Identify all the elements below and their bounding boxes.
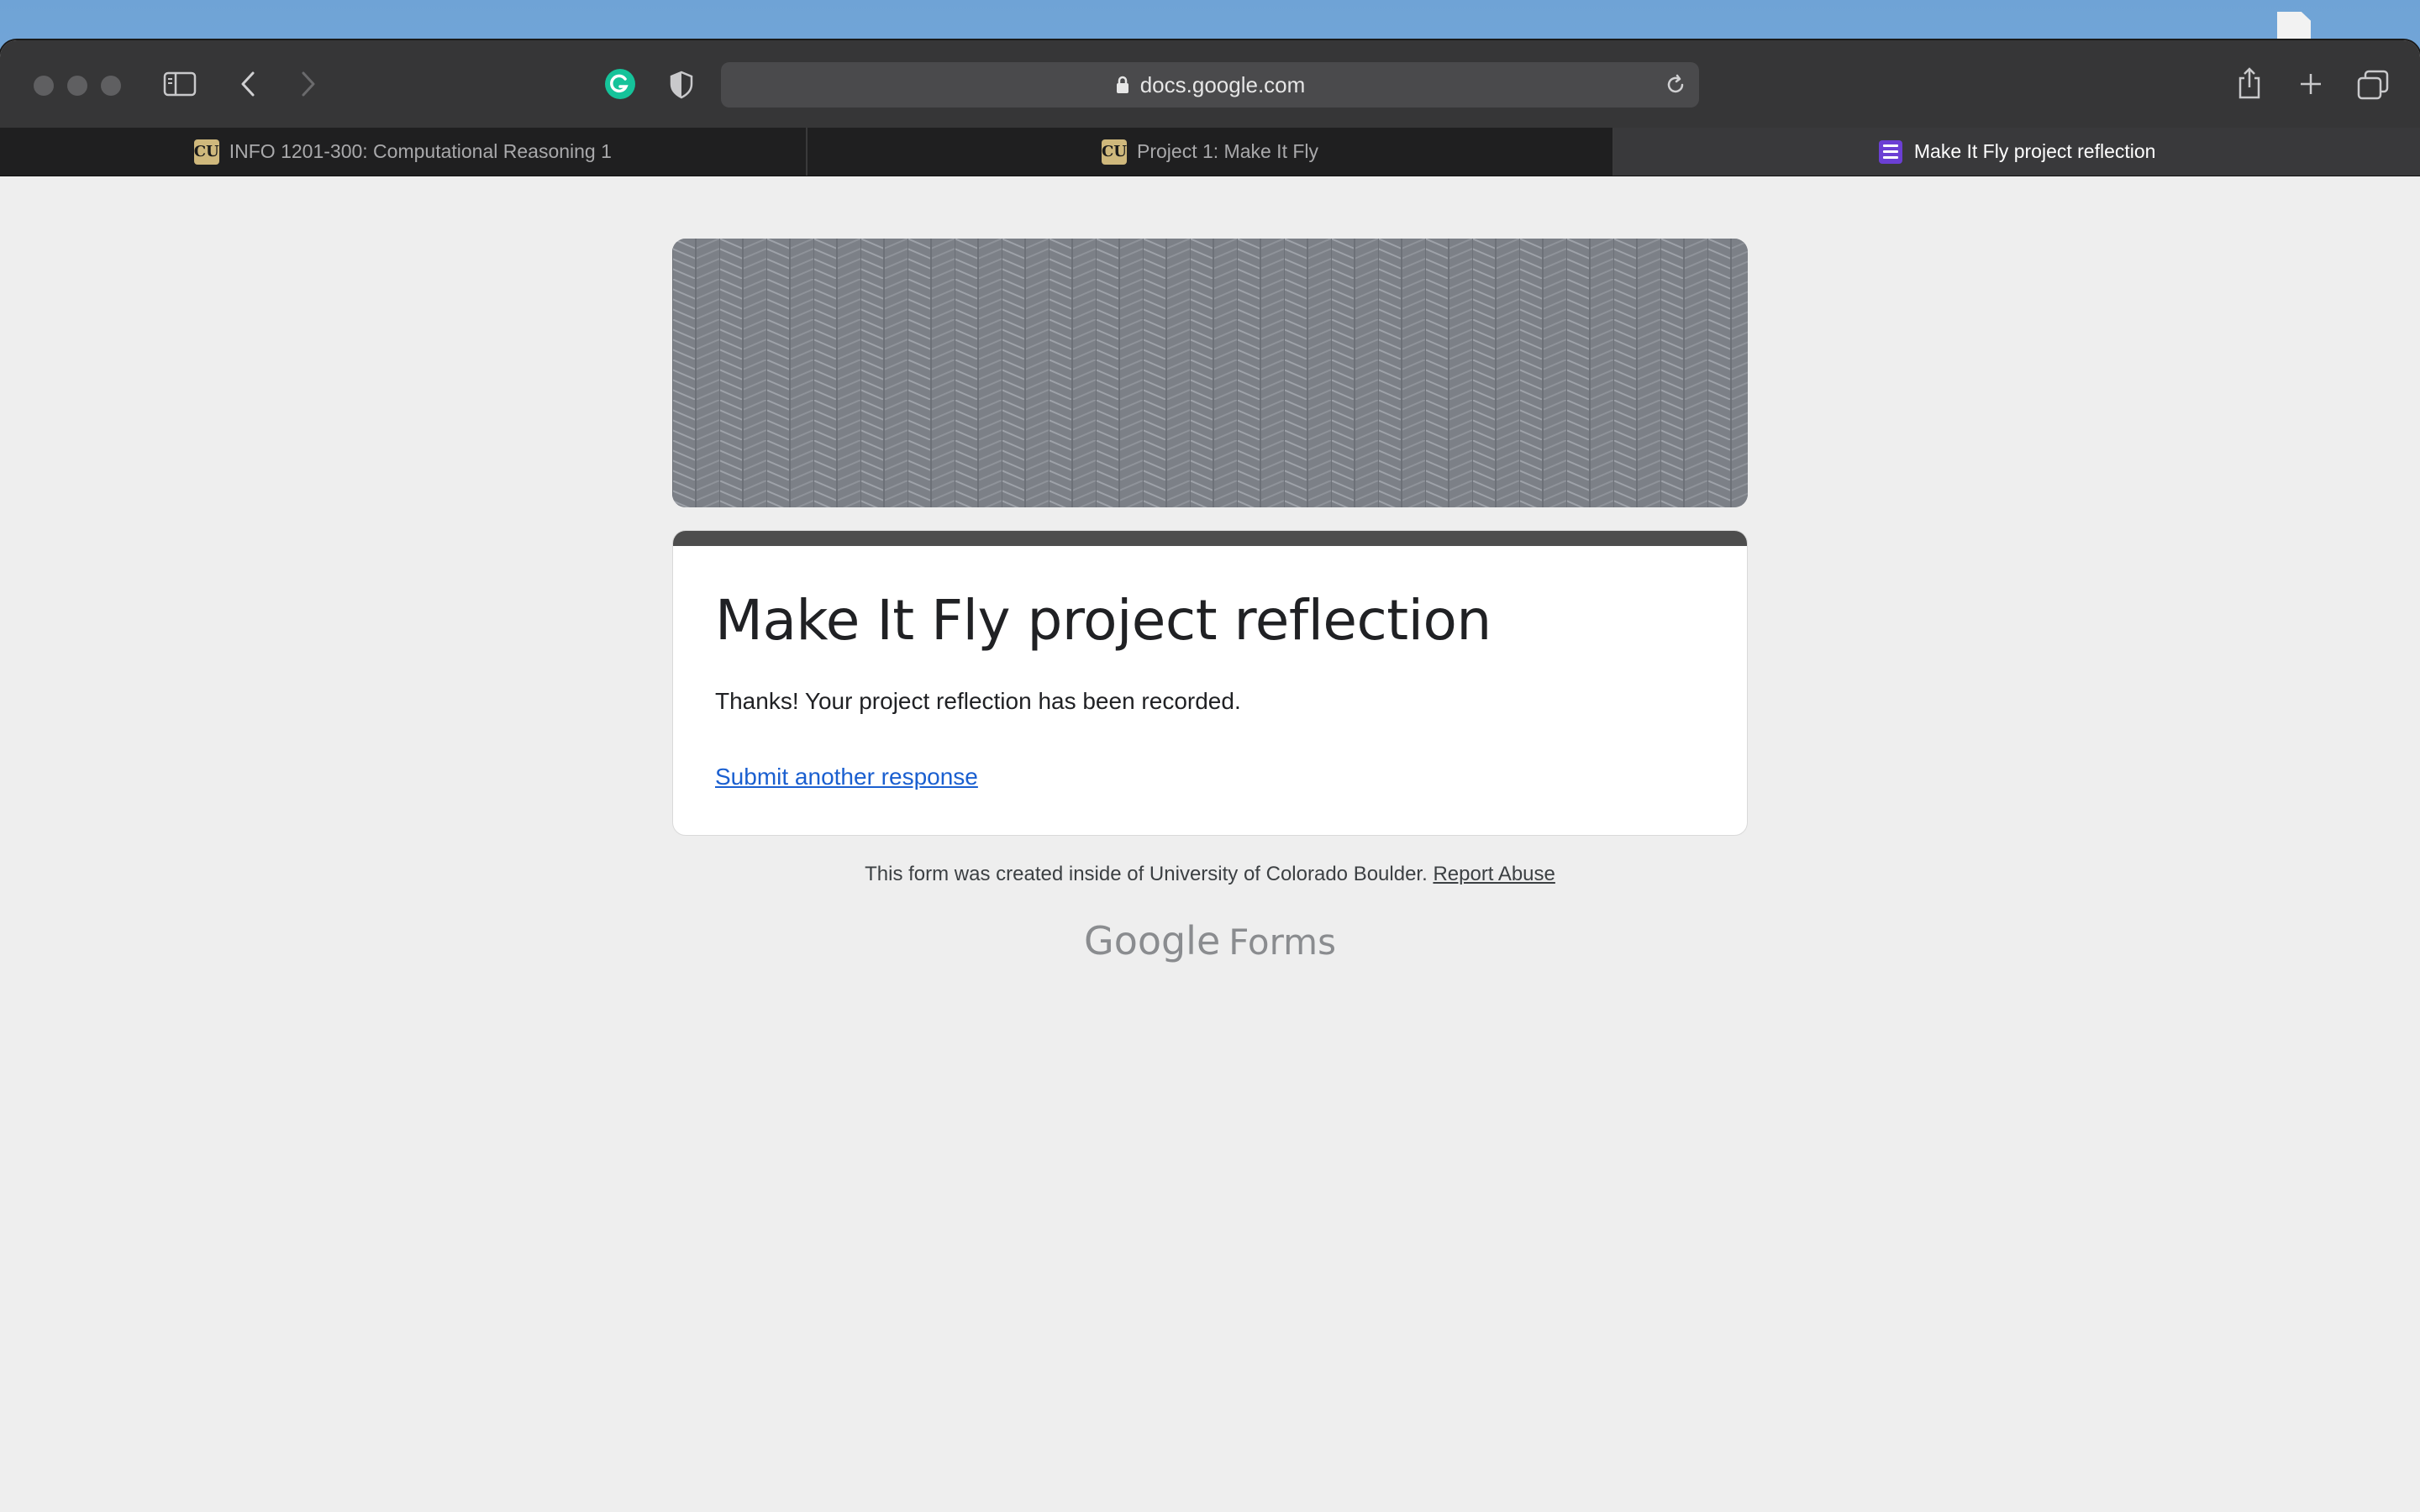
tab-label: Make It Fly project reflection	[1913, 140, 2156, 162]
tab-make-it-fly-reflection[interactable]: Make It Fly project reflection	[1614, 128, 2420, 176]
form-footer: This form was created inside of Universi…	[0, 863, 2420, 886]
share-icon[interactable]	[2235, 66, 2264, 101]
back-arrow-icon[interactable]	[235, 69, 260, 99]
url-text: docs.google.com	[1139, 71, 1306, 97]
form-title: Make It Fly project reflection	[715, 588, 1491, 653]
privacy-shield-icon[interactable]	[667, 69, 696, 101]
google-forms-logo[interactable]: Google Forms	[0, 918, 2420, 963]
new-tab-plus-icon[interactable]	[2296, 69, 2326, 99]
close-window-button[interactable]	[34, 76, 54, 96]
form-page: Make It Fly project reflection Thanks! Y…	[0, 177, 2420, 1512]
minimize-window-button[interactable]	[67, 76, 87, 96]
footer-text: This form was created inside of Universi…	[865, 863, 1428, 885]
cu-boulder-icon: CU	[1102, 139, 1127, 165]
forms-wordmark: Forms	[1228, 921, 1336, 963]
confirmation-card: Make It Fly project reflection Thanks! Y…	[672, 530, 1748, 836]
confirmation-message: Thanks! Your project reflection has been…	[715, 688, 1241, 714]
report-abuse-link[interactable]: Report Abuse	[1433, 863, 1555, 885]
tab-bar: CU INFO 1201-300: Computational Reasonin…	[0, 128, 2420, 176]
sidebar-toggle-icon[interactable]	[161, 71, 198, 97]
grammarly-extension-icon[interactable]	[603, 67, 637, 101]
tab-label: Project 1: Make It Fly	[1137, 140, 1319, 162]
desktop-file-icon	[2277, 12, 2311, 44]
lock-icon	[1115, 75, 1130, 95]
submit-another-response-link[interactable]: Submit another response	[715, 764, 978, 790]
tab-label: INFO 1201-300: Computational Reasoning 1	[229, 140, 612, 162]
browser-toolbar: docs.google.com	[0, 40, 2420, 128]
zoom-window-button[interactable]	[101, 76, 121, 96]
tab-project-1[interactable]: CU Project 1: Make It Fly	[808, 128, 1615, 176]
cu-boulder-icon: CU	[194, 139, 219, 165]
tab-info-1201[interactable]: CU INFO 1201-300: Computational Reasonin…	[0, 128, 808, 176]
google-forms-icon	[1878, 139, 1902, 164]
google-wordmark: Google	[1084, 918, 1221, 963]
forward-arrow-icon[interactable]	[296, 69, 321, 99]
form-header-banner	[672, 239, 1748, 507]
browser-window: docs.google.com CU INFO 1201-300: Comput…	[0, 40, 2420, 1512]
address-bar[interactable]: docs.google.com	[721, 62, 1699, 108]
reload-icon[interactable]	[1664, 73, 1687, 97]
card-accent-bar	[673, 531, 1747, 546]
tab-overview-icon[interactable]	[2356, 69, 2390, 101]
